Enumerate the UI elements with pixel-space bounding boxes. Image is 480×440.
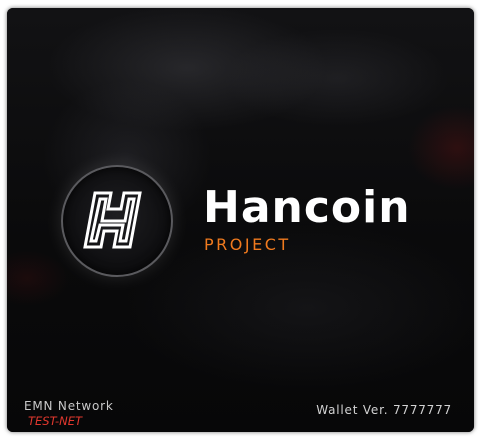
brand-title: Hancoin bbox=[203, 182, 411, 233]
wallet-version: Wallet Ver. 7777777 bbox=[316, 403, 452, 417]
hancoin-h-logo-icon bbox=[83, 191, 142, 249]
splash-window: Hancoin PROJECT EMN Network TEST-NET Wal… bbox=[7, 8, 474, 432]
network-mode-badge: TEST-NET bbox=[28, 414, 83, 428]
network-name: EMN Network bbox=[24, 399, 114, 413]
brand-subtitle: PROJECT bbox=[204, 235, 291, 254]
logo-circle bbox=[61, 165, 173, 277]
